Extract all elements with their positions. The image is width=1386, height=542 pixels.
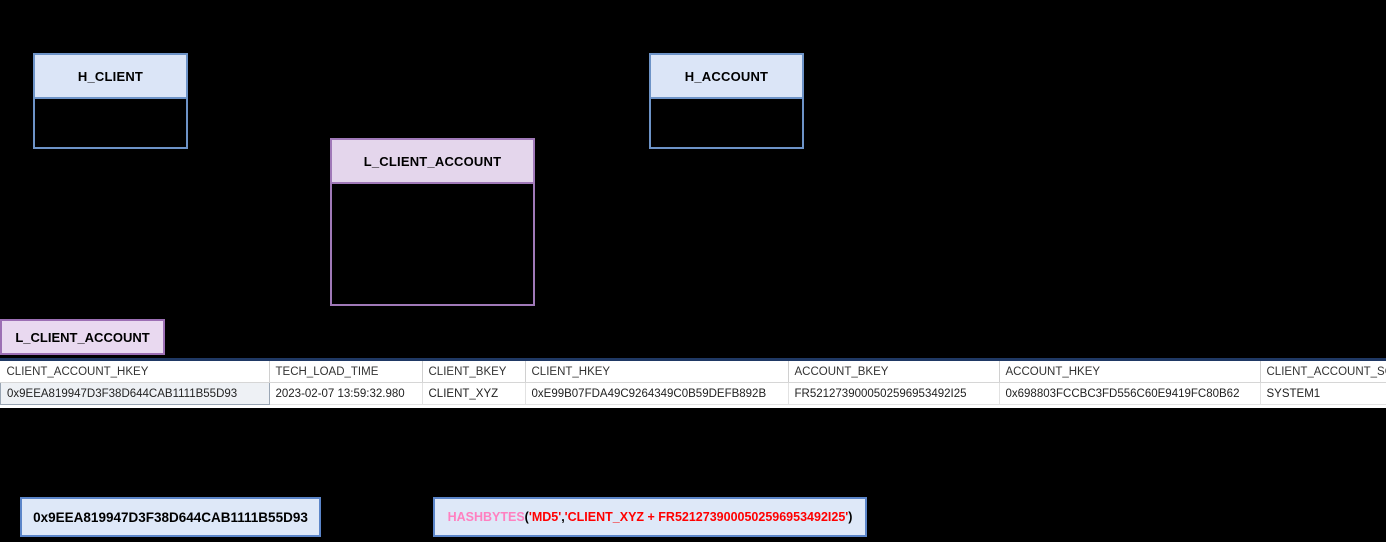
- entity-box-h-account[interactable]: H_ACCOUNT: [649, 53, 804, 149]
- hashbytes-arg-algorithm: 'MD5': [528, 510, 562, 524]
- table-row[interactable]: 0x9EEA819947D3F38D644CAB1111B55D93 2023-0…: [0, 382, 1386, 405]
- result-grid-header-row: CLIENT_ACCOUNT_HKEY TECH_LOAD_TIME CLIENT_…: [0, 361, 1386, 383]
- label-chip-l-client-account: L_CLIENT_ACCOUNT: [0, 319, 165, 355]
- column-header-tech-load-time[interactable]: TECH_LOAD_TIME: [269, 361, 423, 383]
- hashbytes-function-name: HASHBYTES: [447, 510, 525, 524]
- callout-hash-value: 0x9EEA819947D3F38D644CAB1111B55D93: [20, 497, 321, 537]
- hashbytes-expression: HASHBYTES('MD5','CLIENT_XYZ + FR52127390…: [448, 510, 853, 524]
- column-header-account-hkey[interactable]: ACCOUNT_HKEY: [999, 361, 1261, 383]
- callout-hashbytes-expression: HASHBYTES('MD5','CLIENT_XYZ + FR52127390…: [433, 497, 867, 537]
- cell-client-bkey[interactable]: CLIENT_XYZ: [422, 382, 526, 405]
- cell-account-bkey[interactable]: FR5212739000502596953492I25: [788, 382, 1000, 405]
- entity-header-h-account: H_ACCOUNT: [649, 53, 804, 99]
- hash-value-text: 0x9EEA819947D3F38D644CAB1111B55D93: [33, 509, 308, 525]
- cell-client-hkey[interactable]: 0xE99B07FDA49C9264349C0B59DEFB892B: [525, 382, 789, 405]
- entity-box-l-client-account[interactable]: L_CLIENT_ACCOUNT: [330, 138, 535, 306]
- entity-header-h-client: H_CLIENT: [33, 53, 188, 99]
- result-grid[interactable]: CLIENT_ACCOUNT_HKEY TECH_LOAD_TIME CLIENT_…: [0, 358, 1386, 408]
- entity-body-h-client: [33, 99, 188, 149]
- hashbytes-arg-input: 'CLIENT_XYZ + FR5212739000502596953492I2…: [564, 510, 849, 524]
- hashbytes-close-paren: ): [848, 510, 853, 524]
- column-header-client-account-source[interactable]: CLIENT_ACCOUNT_SOURCE: [1260, 361, 1386, 383]
- entity-header-l-client-account: L_CLIENT_ACCOUNT: [330, 138, 535, 184]
- column-header-client-account-hkey[interactable]: CLIENT_ACCOUNT_HKEY: [0, 361, 270, 383]
- entity-box-h-client[interactable]: H_CLIENT: [33, 53, 188, 149]
- cell-client-account-source[interactable]: SYSTEM1: [1260, 382, 1386, 405]
- entity-body-l-client-account: [330, 184, 535, 306]
- cell-tech-load-time[interactable]: 2023-02-07 13:59:32.980: [269, 382, 423, 405]
- result-grid-head: CLIENT_ACCOUNT_HKEY TECH_LOAD_TIME CLIENT_…: [0, 361, 1386, 383]
- column-header-client-hkey[interactable]: CLIENT_HKEY: [525, 361, 789, 383]
- cell-client-account-hkey[interactable]: 0x9EEA819947D3F38D644CAB1111B55D93: [0, 382, 270, 405]
- result-grid-body: 0x9EEA819947D3F38D644CAB1111B55D93 2023-0…: [0, 382, 1386, 405]
- column-header-account-bkey[interactable]: ACCOUNT_BKEY: [788, 361, 1000, 383]
- entity-body-h-account: [649, 99, 804, 149]
- cell-account-hkey[interactable]: 0x698803FCCBC3FD556C60E9419FC80B62: [999, 382, 1261, 405]
- column-header-client-bkey[interactable]: CLIENT_BKEY: [422, 361, 526, 383]
- result-grid-table: CLIENT_ACCOUNT_HKEY TECH_LOAD_TIME CLIENT_…: [0, 361, 1386, 405]
